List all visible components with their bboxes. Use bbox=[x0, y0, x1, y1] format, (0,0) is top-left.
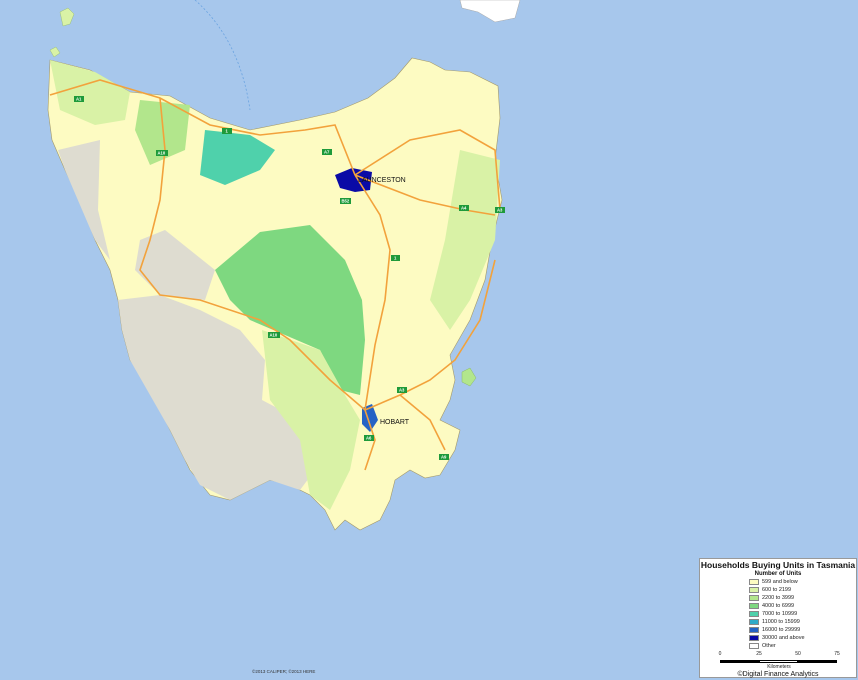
legend-swatch bbox=[749, 579, 759, 585]
legend-label: 600 to 2199 bbox=[762, 587, 792, 593]
legend-label: 16000 to 29999 bbox=[762, 627, 801, 633]
svg-text:A9: A9 bbox=[441, 454, 447, 459]
legend-item: 599 and below bbox=[749, 578, 798, 586]
legend-label: 4000 to 6999 bbox=[762, 603, 795, 609]
legend-swatch bbox=[749, 643, 759, 649]
svg-text:A1: A1 bbox=[76, 96, 82, 101]
legend-item: 4000 to 6999 bbox=[749, 602, 794, 610]
city-label-hobart: HOBART bbox=[380, 419, 410, 426]
legend-swatch bbox=[749, 587, 759, 593]
legend-item: 16000 to 29999 bbox=[749, 626, 800, 634]
scale-tick: 0 bbox=[718, 651, 722, 657]
legend-swatch bbox=[749, 619, 759, 625]
copyright-text: ©2013 CALIPER; ©2013 HERE bbox=[252, 669, 316, 674]
svg-text:A6: A6 bbox=[366, 435, 372, 440]
svg-text:B52: B52 bbox=[342, 198, 350, 203]
legend-label: 11000 to 15999 bbox=[762, 619, 800, 625]
legend-item: Other bbox=[749, 642, 776, 650]
svg-text:A10: A10 bbox=[270, 332, 278, 337]
legend-label: Other bbox=[762, 643, 776, 649]
credit-text: ©Digital Finance Analytics bbox=[737, 671, 819, 678]
legend-subtitle: Number of Units bbox=[754, 571, 802, 577]
scale-tick: 50 bbox=[795, 651, 801, 657]
legend-swatch bbox=[749, 611, 759, 617]
legend-item: 2200 to 3999 bbox=[749, 594, 794, 602]
svg-text:A3: A3 bbox=[497, 207, 503, 212]
svg-text:A10: A10 bbox=[158, 150, 166, 155]
city-label-launceston: LAUNCESTON bbox=[358, 177, 406, 184]
svg-text:A3: A3 bbox=[399, 387, 405, 392]
scale-tick: 25 bbox=[756, 651, 762, 657]
legend-label: 2200 to 3999 bbox=[762, 595, 795, 601]
legend-swatch bbox=[749, 635, 759, 641]
scale-unit: Kilometers bbox=[767, 664, 791, 670]
scale-tick: 75 bbox=[834, 651, 840, 657]
legend-title: Households Buying Units in Tasmania bbox=[700, 560, 856, 570]
legend-item: 7000 to 10999 bbox=[749, 610, 797, 618]
legend-item: 30000 and above bbox=[749, 634, 805, 642]
legend-swatch bbox=[749, 627, 759, 633]
scale-bar: 0 25 50 75 Kilometers bbox=[718, 651, 840, 671]
legend-label: 599 and below bbox=[762, 579, 798, 585]
svg-text:A7: A7 bbox=[324, 149, 330, 154]
svg-text:A4: A4 bbox=[461, 205, 467, 210]
legend-swatch bbox=[749, 603, 759, 609]
legend-label: 7000 to 10999 bbox=[762, 611, 798, 617]
map-legend: Households Buying Units in Tasmania Numb… bbox=[699, 558, 857, 678]
legend-swatch bbox=[749, 595, 759, 601]
legend-item: 11000 to 15999 bbox=[749, 618, 800, 626]
legend-item: 600 to 2199 bbox=[749, 586, 791, 594]
legend-label: 30000 and above bbox=[762, 635, 805, 641]
